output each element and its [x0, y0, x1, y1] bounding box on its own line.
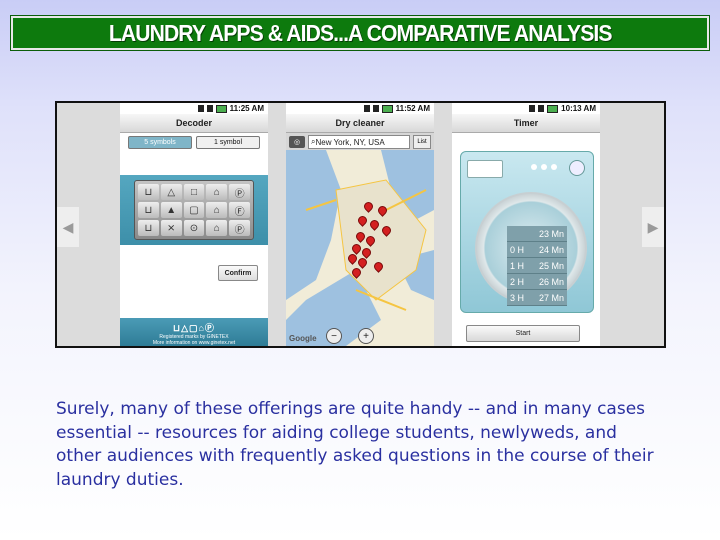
- dry-cleaner-screen: 11:52 AM Dry cleaner ◎ ⌕ New York, NY, U…: [286, 103, 434, 346]
- no-bleach-icon[interactable]: ⨯: [160, 220, 182, 236]
- location-search-input[interactable]: ⌕ New York, NY, USA: [308, 135, 410, 149]
- status-bar: 10:13 AM: [452, 103, 600, 114]
- google-logo: Google: [289, 334, 317, 343]
- search-row: ◎ ⌕ New York, NY, USA List: [286, 133, 434, 151]
- next-arrow-icon[interactable]: ▶: [642, 207, 664, 247]
- washer-drum: 23 Mn 0 H 24 Mn 1 H 25 Mn 2 H 26 Mn 3 H 27 M…: [475, 192, 587, 306]
- timer-row[interactable]: 1 H 25 Mn: [507, 258, 567, 274]
- tab-1-symbol[interactable]: 1 symbol: [196, 136, 260, 149]
- slide-title-bar: LAUNDRY APPS & AIDS...A COMPARATIVE ANAL…: [11, 16, 709, 50]
- iron-icon[interactable]: ⌂: [206, 202, 228, 218]
- care-symbol-grid[interactable]: ⊔ △ □ ⌂ Ⓟ ⊔ ▲ ▢ ⌂ Ⓕ ⊔ ⨯ ⊙ ⌂ Ⓟ: [134, 180, 254, 240]
- footer-more: More information on www.ginetex.net: [152, 340, 236, 346]
- symbol-tabs: 5 symbols 1 symbol: [120, 133, 268, 152]
- timer-picker[interactable]: 23 Mn 0 H 24 Mn 1 H 25 Mn 2 H 26 Mn 3 H 27 M…: [507, 226, 567, 306]
- zoom-out-icon[interactable]: −: [326, 328, 342, 344]
- washer-dot-icon: [531, 164, 537, 170]
- timer-row[interactable]: 2 H 26 Mn: [507, 274, 567, 290]
- timer-row[interactable]: 0 H 24 Mn: [507, 242, 567, 258]
- timer-row[interactable]: 23 Mn: [507, 226, 567, 242]
- start-button[interactable]: Start: [466, 325, 580, 342]
- power-knob-icon: [569, 160, 585, 176]
- iron-icon[interactable]: ⌂: [206, 220, 228, 236]
- timer-screen: 10:13 AM Timer 23 Mn 0 H 24 Mn 1 H 25 Mn 2…: [452, 103, 600, 346]
- timer-hours: 0 H: [510, 244, 525, 255]
- tumble-dry-icon[interactable]: ⊙: [183, 220, 205, 236]
- list-button[interactable]: List: [413, 135, 431, 149]
- washer-display-icon: [467, 160, 503, 178]
- search-value: New York, NY, USA: [315, 137, 385, 147]
- timer-minutes: 25 Mn: [538, 260, 564, 271]
- timer-minutes: 24 Mn: [538, 244, 564, 255]
- prev-arrow-icon[interactable]: ◀: [57, 207, 79, 247]
- wash-tub-icon[interactable]: ⊔: [138, 220, 159, 236]
- decoder-screen: 11:25 AM Decoder 5 symbols 1 symbol ⊔ △ …: [120, 103, 268, 346]
- slide-title: LAUNDRY APPS & AIDS...A COMPARATIVE ANAL…: [108, 19, 613, 46]
- dryclean-p-icon[interactable]: Ⓟ: [229, 220, 250, 236]
- iron-icon[interactable]: ⌂: [206, 184, 228, 200]
- care-symbols-logo: ⊔△▢⌂Ⓟ: [173, 323, 215, 333]
- timer-minutes: 23 Mn: [538, 228, 564, 239]
- tab-5-symbols[interactable]: 5 symbols: [128, 136, 192, 149]
- washer-dot-icon: [551, 164, 557, 170]
- washing-machine-graphic: 23 Mn 0 H 24 Mn 1 H 25 Mn 2 H 26 Mn 3 H 27 M…: [460, 151, 594, 313]
- map-view[interactable]: Google − +: [286, 150, 434, 346]
- dryclean-f-icon[interactable]: Ⓕ: [229, 202, 250, 218]
- timer-minutes: 27 Mn: [538, 292, 564, 303]
- status-bar: 11:52 AM: [286, 103, 434, 114]
- slide-caption: Surely, many of these offerings are quit…: [56, 399, 654, 490]
- status-time: 10:13 AM: [561, 104, 596, 113]
- locate-icon[interactable]: ◎: [289, 136, 305, 148]
- timer-hours: 2 H: [510, 276, 525, 287]
- dryclean-p-icon[interactable]: Ⓟ: [229, 184, 250, 200]
- confirm-button[interactable]: Confirm: [218, 265, 258, 281]
- app-screenshot-gallery: ◀ ▶ 11:25 AM Decoder 5 symbols 1 symbol …: [55, 101, 666, 348]
- washer-dot-icon: [541, 164, 547, 170]
- timer-hours: 1 H: [510, 260, 525, 271]
- ginetex-footer: ⊔△▢⌂Ⓟ Registered marks by GINETEX More i…: [120, 318, 268, 346]
- timer-minutes: 26 Mn: [538, 276, 564, 287]
- wash-tub-icon[interactable]: ⊔: [138, 184, 159, 200]
- status-bar: 11:25 AM: [120, 103, 268, 114]
- dry-square-icon[interactable]: ▢: [183, 202, 205, 218]
- wash-tub-icon[interactable]: ⊔: [138, 202, 159, 218]
- zoom-controls: − +: [326, 328, 374, 344]
- app-title: Timer: [452, 114, 600, 133]
- bleach-triangle-icon[interactable]: ▲: [160, 202, 182, 218]
- app-title: Dry cleaner: [286, 114, 434, 133]
- status-time: 11:25 AM: [229, 104, 264, 113]
- status-time: 11:52 AM: [395, 104, 430, 113]
- app-title: Decoder: [120, 114, 268, 133]
- timer-row[interactable]: 3 H 27 Mn: [507, 290, 567, 306]
- dry-square-icon[interactable]: □: [183, 184, 205, 200]
- timer-hours: 3 H: [510, 292, 525, 303]
- zoom-in-icon[interactable]: +: [358, 328, 374, 344]
- bleach-triangle-icon[interactable]: △: [160, 184, 182, 200]
